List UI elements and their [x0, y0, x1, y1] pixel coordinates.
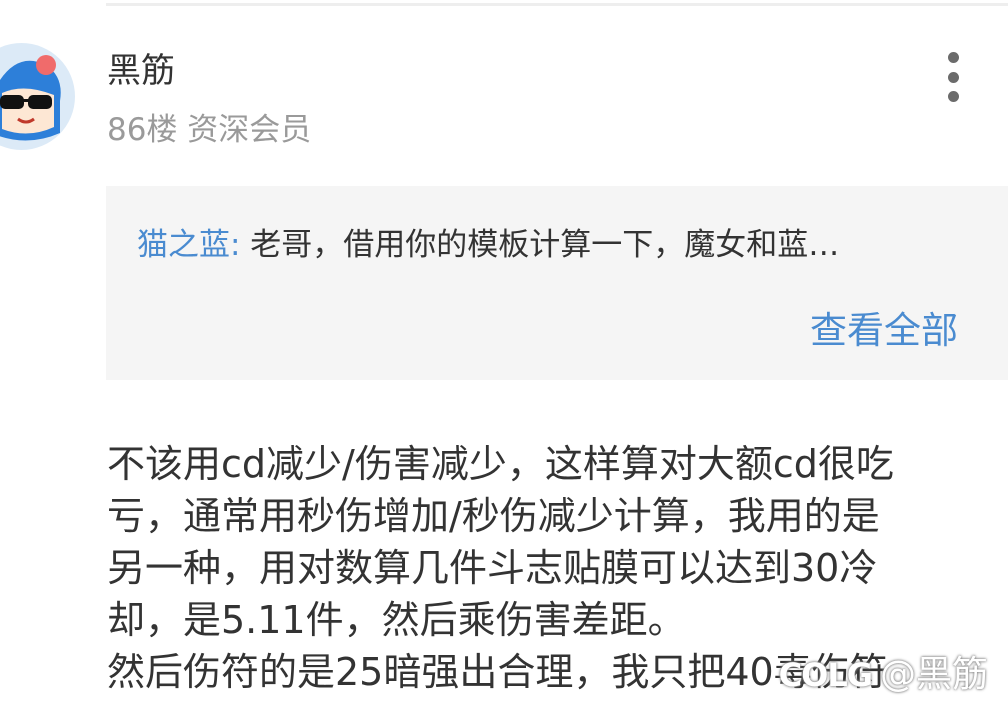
quote-line: 猫之蓝: 老哥，借用你的模板计算一下，魔女和蓝… [137, 222, 839, 268]
body-line: 却，是5.11件，然后乘伤害差距。 [107, 598, 686, 642]
dot [947, 52, 959, 63]
body-line: 不该用cd减少/伤害减少，这样算对大额cd很吃 [107, 442, 894, 486]
view-all-link[interactable]: 查看全部 [810, 306, 958, 356]
quote-text: 老哥，借用你的模板计算一下，魔女和蓝… [240, 227, 840, 263]
divider [106, 3, 1008, 6]
watermark-handle: @黑筋 [879, 654, 988, 695]
avatar-image [0, 55, 61, 141]
vertical-dots-icon[interactable] [938, 52, 968, 102]
dot [947, 71, 959, 83]
avatar[interactable] [0, 43, 75, 150]
floor-and-rank: 86楼 资深会员 [107, 112, 312, 148]
quoted-reply[interactable]: 猫之蓝: 老哥，借用你的模板计算一下，魔女和蓝… 查看全部 [106, 186, 1008, 380]
body-line: 另一种，用对数算几件斗志贴膜可以达到30冷 [107, 546, 878, 590]
quote-author[interactable]: 猫之蓝: [137, 227, 240, 263]
comment-page: 黑筋 86楼 资深会员 猫之蓝: 老哥，借用你的模板计算一下，魔女和蓝… 查看全… [0, 0, 1008, 715]
body-line: 亏，通常用秒伤增加/秒伤减少计算，我用的是 [107, 494, 880, 538]
watermark: COLG @黑筋 [779, 650, 988, 700]
colg-logo: COLG [778, 656, 873, 694]
username[interactable]: 黑筋 [107, 48, 175, 94]
dot [947, 91, 959, 102]
